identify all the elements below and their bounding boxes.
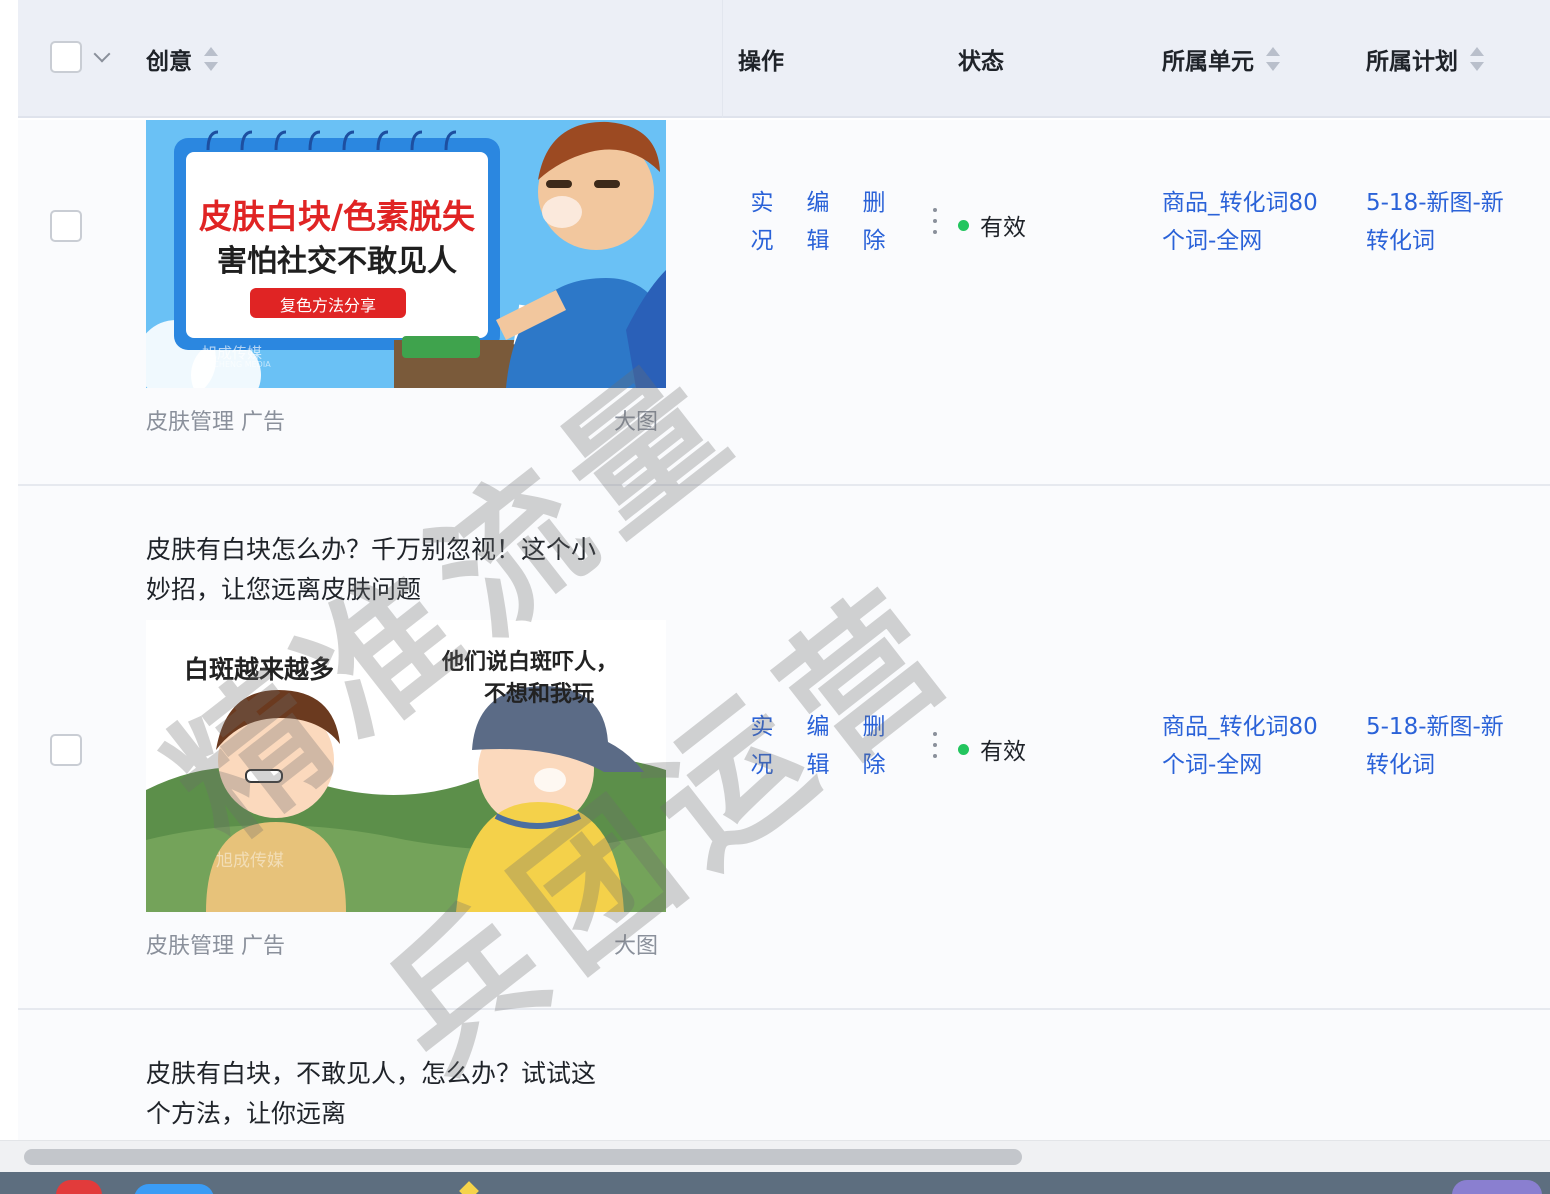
column-header-unit-label: 所属单元 (1162, 49, 1254, 75)
image-brand: 旭成传媒 (216, 851, 284, 871)
unit-line-1: 商品_转化词80 (1162, 714, 1318, 740)
operation-links: 实况 编辑 删除 (750, 184, 900, 264)
edit-label-1: 编 (806, 190, 830, 216)
creative-table: 创意 操作 状态 所属单元 所属计划 皮肤白块/色素脱失 害怕社交不敢见人 复色… (18, 0, 1550, 1140)
status-dot (958, 219, 969, 231)
scrollbar-thumb[interactable] (24, 1149, 1022, 1165)
image-right-caption-1: 他们说白斑吓人， (442, 650, 619, 675)
plan-line-2: 转化词 (1366, 752, 1435, 778)
creative-meta: 皮肤管理 广告 大图 (146, 928, 658, 960)
creative-title: 皮肤有白块怎么办？千万别忽视！这个小 妙招，让您远离皮肤问题 (146, 530, 666, 610)
view-live-link[interactable]: 实况 (750, 184, 774, 260)
creative-title-line-2: 个方法，让你远离 (146, 1099, 347, 1128)
column-divider (722, 0, 723, 118)
more-icon[interactable] (933, 208, 939, 241)
dock-bar (0, 1172, 1550, 1194)
edit-label-2: 辑 (806, 752, 830, 778)
delete-link[interactable]: 删除 (862, 708, 886, 784)
dock-app-icon[interactable] (459, 1181, 479, 1194)
table-row: 皮肤有白块，不敢见人，怎么办？试试这 个方法，让你远离 (18, 1010, 1550, 1140)
creative-image[interactable]: 白斑越来越多 他们说白斑吓人， 不想和我玩 旭成传媒 (146, 620, 666, 912)
column-header-status-label: 状态 (958, 49, 1004, 75)
edit-link[interactable]: 编辑 (806, 708, 830, 784)
creative-title-line-2: 妙招，让您远离皮肤问题 (146, 575, 422, 604)
creative-title: 皮肤有白块，不敢见人，怎么办？试试这 个方法，让你远离 (146, 1054, 666, 1134)
plan-line-2: 转化词 (1366, 228, 1435, 254)
view-live-label-1: 实 (750, 190, 774, 216)
dock-app-icon[interactable] (56, 1180, 102, 1194)
column-header-creative[interactable]: 创意 (146, 0, 218, 118)
creative-title-line-1: 皮肤有白块怎么办？千万别忽视！这个小 (146, 535, 597, 564)
creative-title-line-1: 皮肤有白块，不敢见人，怎么办？试试这 (146, 1059, 597, 1088)
unit-line-1: 商品_转化词80 (1162, 190, 1318, 216)
column-header-creative-label: 创意 (146, 49, 192, 75)
table-header: 创意 操作 状态 所属单元 所属计划 (18, 0, 1550, 118)
image-cta: 复色方法分享 (279, 296, 376, 315)
chevron-down-icon[interactable] (93, 45, 111, 63)
plan-link[interactable]: 5-18-新图-新 转化词 (1366, 184, 1504, 260)
delete-label-2: 除 (862, 752, 886, 778)
select-all-checkbox[interactable] (50, 41, 82, 73)
status-badge: 有效 (958, 732, 1026, 766)
unit-link[interactable]: 商品_转化词80 个词-全网 (1162, 184, 1318, 260)
column-header-operation-label: 操作 (738, 49, 784, 75)
creative-meta: 皮肤管理 广告 大图 (146, 404, 658, 436)
image-subline: 害怕社交不敢见人 (217, 244, 457, 279)
table-row: 皮肤白块/色素脱失 害怕社交不敢见人 复色方法分享 旭成传媒 XUCHENG M… (18, 120, 1550, 486)
delete-label-1: 删 (862, 190, 886, 216)
table-row: 皮肤有白块怎么办？千万别忽视！这个小 妙招，让您远离皮肤问题 白斑越来越多 他们… (18, 486, 1550, 1010)
column-header-plan[interactable]: 所属计划 (1366, 0, 1484, 118)
horizontal-scrollbar[interactable] (0, 1140, 1550, 1172)
page: 创意 操作 状态 所属单元 所属计划 皮肤白块/色素脱失 害怕社交不敢见人 复色… (0, 0, 1550, 1194)
dock-app-icon[interactable] (134, 1184, 214, 1194)
status-label: 有效 (980, 215, 1026, 241)
unit-line-2: 个词-全网 (1162, 752, 1263, 778)
delete-label-2: 除 (862, 228, 886, 254)
more-icon[interactable] (933, 732, 939, 765)
delete-label-1: 删 (862, 714, 886, 740)
column-header-operation: 操作 (738, 0, 784, 118)
view-live-label-2: 况 (750, 752, 774, 778)
creative-tag: 皮肤管理 广告 (146, 410, 285, 435)
status-label: 有效 (980, 739, 1026, 765)
column-header-unit[interactable]: 所属单元 (1162, 0, 1280, 118)
edit-label-1: 编 (806, 714, 830, 740)
status-dot (958, 743, 969, 755)
image-headline: 皮肤白块/色素脱失 (198, 197, 476, 236)
plan-line-1: 5-18-新图-新 (1366, 714, 1504, 740)
column-header-status: 状态 (958, 0, 1004, 118)
creative-tag: 皮肤管理 广告 (146, 934, 285, 959)
sort-icon[interactable] (204, 46, 218, 72)
creative-size: 大图 (613, 934, 658, 959)
row-checkbox[interactable] (50, 210, 82, 242)
unit-line-2: 个词-全网 (1162, 228, 1263, 254)
plan-line-1: 5-18-新图-新 (1366, 190, 1504, 216)
dock-app-icon[interactable] (1452, 1180, 1542, 1194)
creative-size: 大图 (613, 410, 658, 435)
sort-icon[interactable] (1266, 46, 1280, 72)
sort-icon[interactable] (1470, 46, 1484, 72)
operation-links: 实况 编辑 删除 (750, 708, 900, 788)
view-live-label-2: 况 (750, 228, 774, 254)
row-checkbox[interactable] (50, 734, 82, 766)
image-left-caption: 白斑越来越多 (184, 655, 335, 684)
image-brand-en: XUCHENG MEDIA (202, 360, 271, 369)
view-live-link[interactable]: 实况 (750, 708, 774, 784)
image-right-caption-2: 不想和我玩 (484, 682, 595, 707)
status-badge: 有效 (958, 208, 1026, 242)
unit-link[interactable]: 商品_转化词80 个词-全网 (1162, 708, 1318, 784)
creative-image[interactable]: 皮肤白块/色素脱失 害怕社交不敢见人 复色方法分享 旭成传媒 XUCHENG M… (146, 120, 666, 388)
delete-link[interactable]: 删除 (862, 184, 886, 260)
edit-link[interactable]: 编辑 (806, 184, 830, 260)
plan-link[interactable]: 5-18-新图-新 转化词 (1366, 708, 1504, 784)
edit-label-2: 辑 (806, 228, 830, 254)
view-live-label-1: 实 (750, 714, 774, 740)
column-header-plan-label: 所属计划 (1366, 49, 1458, 75)
